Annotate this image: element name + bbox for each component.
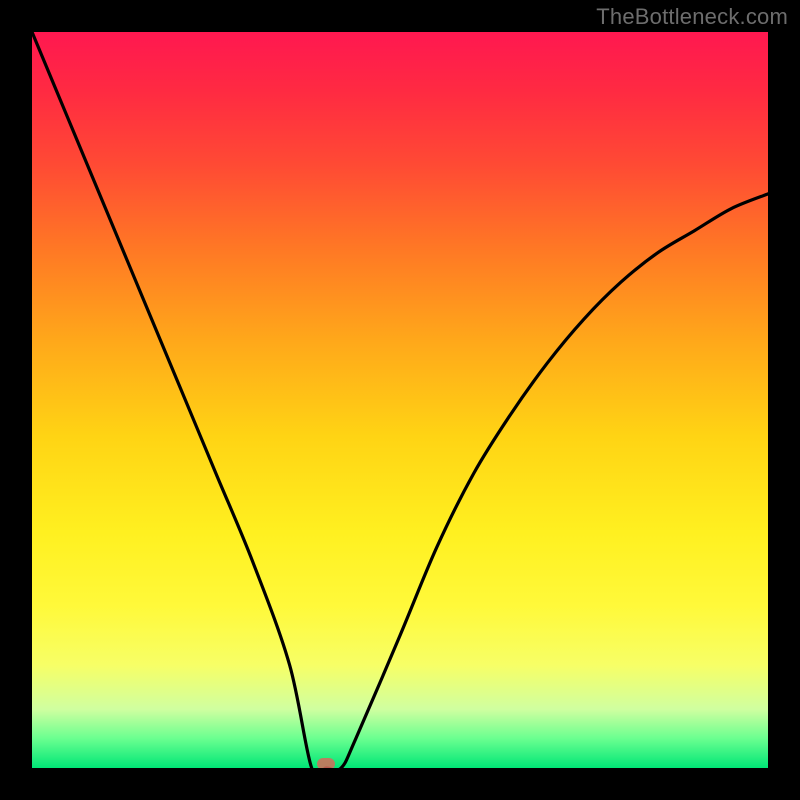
optimal-marker (317, 758, 335, 768)
curve-svg (32, 32, 768, 768)
chart-frame: TheBottleneck.com (0, 0, 800, 800)
plot-area (32, 32, 768, 768)
bottleneck-curve-path (32, 32, 768, 768)
watermark-text: TheBottleneck.com (596, 4, 788, 30)
